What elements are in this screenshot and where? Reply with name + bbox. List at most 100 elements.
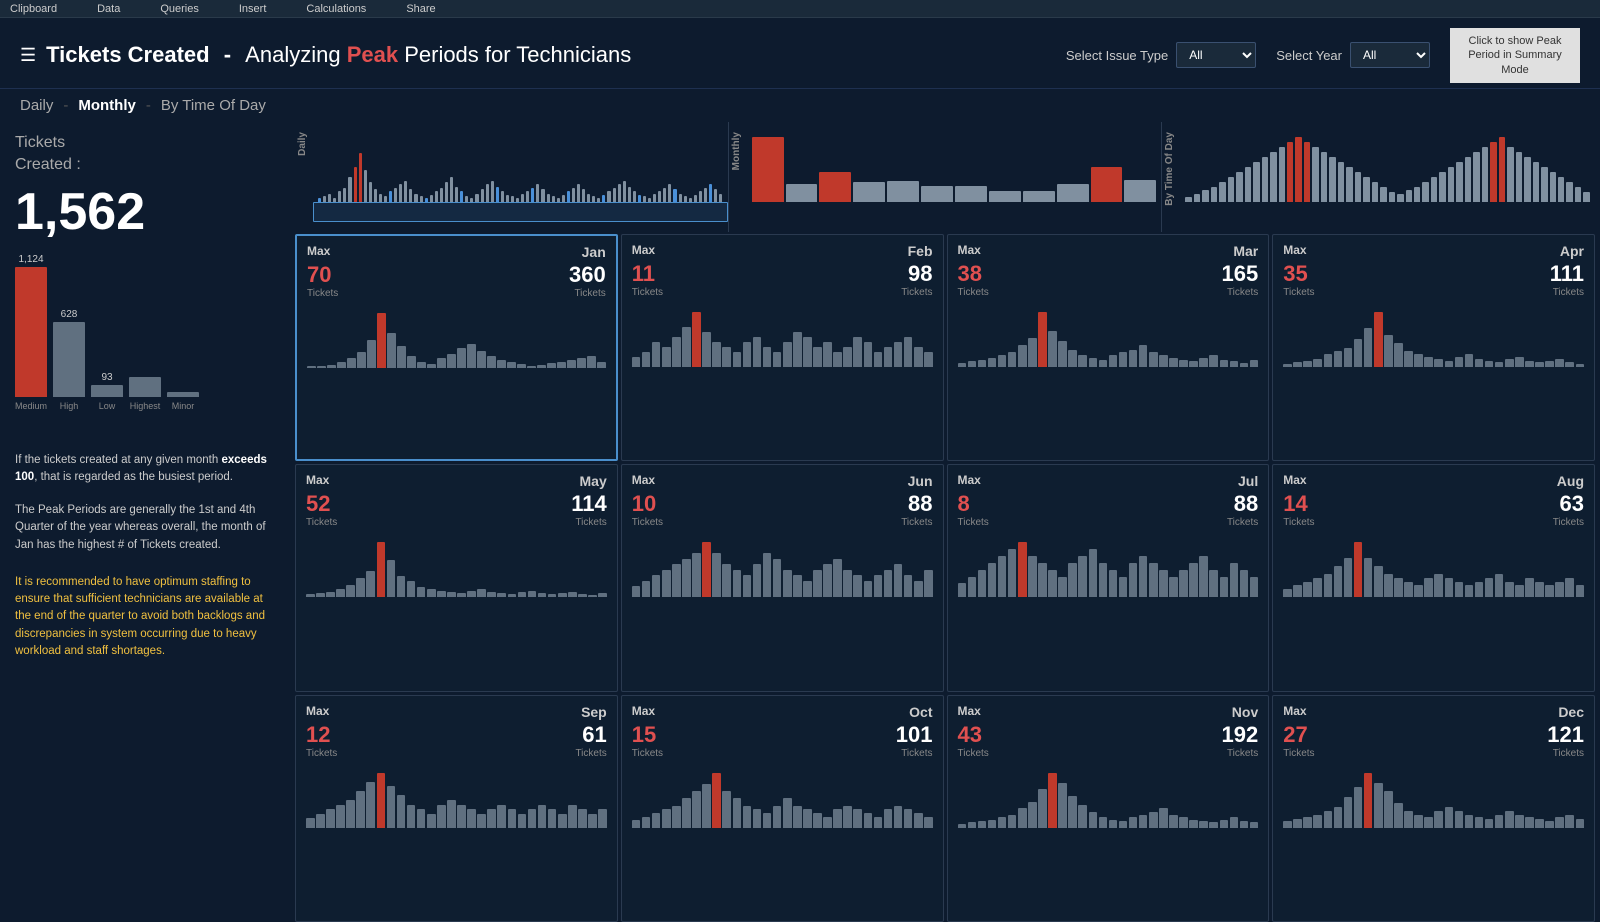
bar bbox=[598, 593, 607, 597]
toolbar-calculations[interactable]: Calculations bbox=[306, 3, 366, 15]
tickets-label-right: Tickets bbox=[901, 748, 932, 759]
bar bbox=[1495, 362, 1504, 367]
bar bbox=[347, 358, 356, 367]
month-chart-aug bbox=[1283, 532, 1584, 597]
bar bbox=[417, 362, 426, 368]
bar bbox=[793, 806, 802, 828]
bar bbox=[1220, 577, 1229, 598]
issue-type-filter: Select Issue Type All bbox=[1066, 42, 1256, 68]
month-card-sep: Max Sep 12 61 Tickets Tickets bbox=[295, 695, 618, 922]
bar bbox=[316, 593, 325, 597]
toolbar-clipboard[interactable]: Clipboard bbox=[10, 3, 57, 15]
bar bbox=[417, 587, 426, 598]
mini-monthly-label: Monthly bbox=[731, 132, 742, 170]
bar bbox=[743, 342, 752, 367]
bar bbox=[1099, 360, 1108, 367]
bar bbox=[1129, 563, 1138, 597]
month-card-apr: Max Apr 35 111 Tickets Tickets bbox=[1272, 234, 1595, 461]
info-text-1: If the tickets created at any given mont… bbox=[15, 452, 275, 487]
month-max-val: 8 bbox=[958, 491, 970, 517]
tickets-label-right: Tickets bbox=[1553, 517, 1584, 528]
tickets-label-right: Tickets bbox=[901, 517, 932, 528]
header: ☰ Tickets Created - Analyzing Peak Perio… bbox=[0, 18, 1600, 89]
bar bbox=[387, 333, 396, 368]
bar bbox=[722, 347, 731, 367]
bar bbox=[978, 360, 987, 367]
bar bbox=[387, 786, 396, 827]
bar bbox=[692, 553, 701, 597]
bar bbox=[1384, 335, 1393, 366]
bar bbox=[1565, 362, 1574, 367]
tickets-label-left: Tickets bbox=[632, 517, 663, 528]
menu-icon[interactable]: ☰ bbox=[20, 45, 36, 66]
bar bbox=[1576, 364, 1585, 367]
bar bbox=[306, 594, 315, 597]
bar bbox=[1394, 803, 1403, 827]
tickets-label-left: Tickets bbox=[306, 748, 337, 759]
mini-daily-chart: Daily bbox=[295, 122, 728, 232]
bar bbox=[1455, 357, 1464, 366]
year-select[interactable]: All bbox=[1350, 42, 1430, 68]
bar bbox=[1465, 585, 1474, 597]
bar bbox=[1334, 807, 1343, 827]
bar bbox=[1189, 361, 1198, 367]
bar bbox=[1028, 556, 1037, 597]
bar bbox=[457, 348, 466, 368]
bar bbox=[853, 575, 862, 597]
bar bbox=[548, 594, 557, 597]
bar-minor bbox=[167, 392, 199, 397]
tickets-label-right: Tickets bbox=[1227, 517, 1258, 528]
month-total-val: 61 bbox=[582, 722, 606, 748]
bar bbox=[1008, 352, 1017, 366]
bar bbox=[527, 366, 536, 368]
bar bbox=[487, 592, 496, 597]
bar bbox=[537, 365, 546, 368]
bar bbox=[1179, 817, 1188, 827]
issue-type-select[interactable]: All bbox=[1176, 42, 1256, 68]
toolbar-insert[interactable]: Insert bbox=[239, 3, 267, 15]
bar bbox=[813, 813, 822, 828]
month-max-label: Max bbox=[632, 243, 655, 257]
bar bbox=[773, 352, 782, 367]
toolbar-queries[interactable]: Queries bbox=[160, 3, 199, 15]
bar bbox=[377, 542, 386, 597]
toolbar-data[interactable]: Data bbox=[97, 3, 120, 15]
month-card-oct: Max Oct 15 101 Tickets Tickets bbox=[621, 695, 944, 922]
peak-mode-button[interactable]: Click to show Peak Period in Summary Mod… bbox=[1450, 28, 1580, 83]
bar bbox=[1303, 361, 1312, 367]
bar bbox=[978, 821, 987, 827]
bar bbox=[1078, 355, 1087, 367]
tab-by-time[interactable]: By Time Of Day bbox=[161, 97, 266, 114]
bar bbox=[336, 589, 345, 597]
bar bbox=[1313, 578, 1322, 598]
bar bbox=[1159, 808, 1168, 827]
bar bbox=[793, 332, 802, 367]
bar bbox=[417, 809, 426, 827]
month-card-jan: Max Jan 70 360 Tickets Tickets bbox=[295, 234, 618, 461]
bar bbox=[924, 352, 933, 367]
bar bbox=[1445, 807, 1454, 827]
tab-monthly[interactable]: Monthly bbox=[78, 97, 136, 114]
tickets-label-left: Tickets bbox=[1283, 748, 1314, 759]
bar bbox=[337, 362, 346, 368]
toolbar-share[interactable]: Share bbox=[406, 3, 435, 15]
bar bbox=[743, 806, 752, 828]
bar bbox=[1535, 819, 1544, 827]
bar bbox=[1018, 808, 1027, 827]
bar bbox=[1119, 352, 1128, 366]
bar bbox=[968, 822, 977, 827]
bar bbox=[1404, 582, 1413, 598]
bar bbox=[813, 570, 822, 598]
month-name: Sep bbox=[581, 704, 607, 720]
bar bbox=[1209, 822, 1218, 827]
month-total-val: 360 bbox=[569, 262, 606, 288]
tab-daily[interactable]: Daily bbox=[20, 97, 53, 114]
bar bbox=[1220, 360, 1229, 367]
bar bbox=[1119, 821, 1128, 827]
bar bbox=[1109, 820, 1118, 828]
tickets-label-right: Tickets bbox=[575, 517, 606, 528]
bar bbox=[712, 342, 721, 367]
bar-highest bbox=[129, 377, 161, 397]
bar bbox=[1354, 542, 1363, 597]
month-total-val: 111 bbox=[1550, 261, 1584, 287]
